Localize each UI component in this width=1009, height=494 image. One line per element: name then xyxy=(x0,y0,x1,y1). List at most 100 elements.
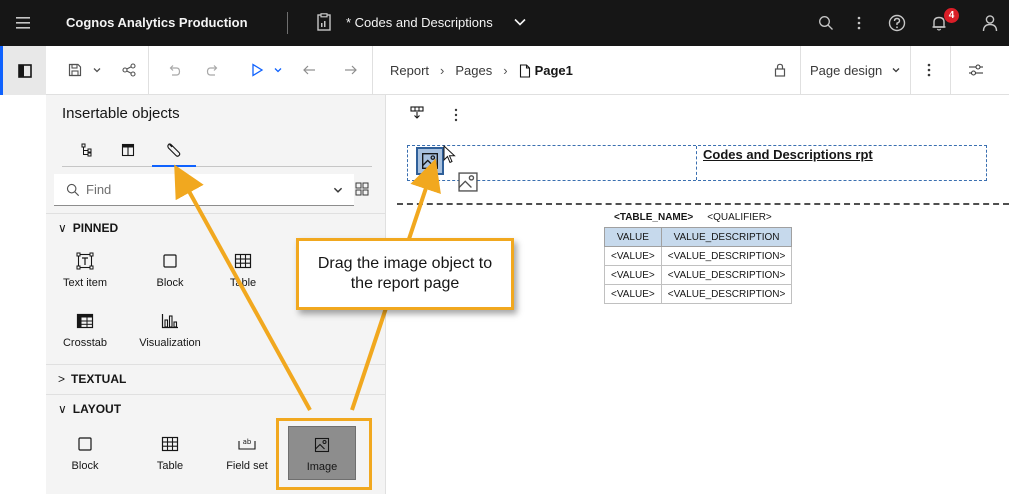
image-icon xyxy=(422,153,438,169)
hamburger-menu-icon[interactable] xyxy=(0,0,46,46)
table-header-row: VALUE VALUE_DESCRIPTION xyxy=(604,227,793,247)
overflow-menu-icon[interactable] xyxy=(848,12,870,34)
section-label: TEXTUAL xyxy=(71,371,127,386)
crosstab-icon xyxy=(76,309,94,333)
side-panel-icon xyxy=(17,63,32,78)
lock-icon[interactable] xyxy=(774,60,786,80)
main-toolbar: Report › Pages › Page1 Page design xyxy=(0,46,1009,95)
breadcrumb-report[interactable]: Report xyxy=(390,63,429,78)
layout-block[interactable]: Block xyxy=(52,430,118,480)
layout-table[interactable]: Table xyxy=(137,430,203,480)
share-icon[interactable] xyxy=(122,60,136,80)
breadcrumb-separator-icon: › xyxy=(440,63,445,78)
image-highlight-box xyxy=(276,418,372,490)
column-header[interactable]: VALUE_DESCRIPTION xyxy=(660,227,793,247)
page-design-chevron-icon[interactable] xyxy=(891,60,901,80)
report-icon xyxy=(316,13,332,34)
breadcrumb-current-page[interactable]: Page1 xyxy=(535,63,573,78)
find-options-chevron-icon[interactable] xyxy=(332,184,344,199)
pinned-text-item[interactable]: Text item xyxy=(52,247,118,297)
pinned-table[interactable]: Table xyxy=(210,247,276,297)
list-table[interactable]: <TABLE_NAME> <QUALIFIER> VALUE VALUE_DES… xyxy=(604,207,793,304)
undo-icon[interactable] xyxy=(167,60,181,80)
help-icon[interactable] xyxy=(886,12,908,34)
product-name[interactable]: Cognos Analytics Production xyxy=(66,15,248,30)
grid-view-icon[interactable] xyxy=(355,182,369,199)
table-row: <VALUE> <VALUE_DESCRIPTION> xyxy=(604,265,793,285)
visualization-icon xyxy=(161,309,179,333)
toolbar-overflow-icon[interactable] xyxy=(927,60,931,80)
section-textual-header[interactable]: > TEXTUAL xyxy=(46,364,386,392)
breadcrumb-pages[interactable]: Pages xyxy=(455,63,492,78)
table-name-label[interactable]: <TABLE_NAME> xyxy=(614,212,693,223)
column-header[interactable]: VALUE xyxy=(604,227,662,247)
save-dropdown-chevron-icon[interactable] xyxy=(92,60,102,80)
select-ancestor-icon[interactable] xyxy=(409,105,425,124)
field-set-icon: ab xyxy=(237,432,257,456)
toolbar-divider xyxy=(148,46,149,95)
toolbar-divider xyxy=(372,46,373,95)
run-dropdown-chevron-icon[interactable] xyxy=(273,60,283,80)
run-icon[interactable] xyxy=(250,60,264,80)
svg-text:ab: ab xyxy=(243,438,252,446)
header-divider xyxy=(696,146,697,180)
instruction-callout: Drag the image object to the report page xyxy=(296,238,514,310)
tab-data-module-icon[interactable] xyxy=(110,135,146,165)
table-cell[interactable]: <VALUE> xyxy=(604,246,662,266)
save-icon[interactable] xyxy=(68,60,82,80)
qualifier-label[interactable]: <QUALIFIER> xyxy=(707,212,771,223)
forward-arrow-icon[interactable] xyxy=(344,60,358,80)
table-cell[interactable]: <VALUE_DESCRIPTION> xyxy=(660,284,793,304)
search-icon[interactable] xyxy=(815,12,837,34)
breadcrumb: Report › Pages › Page1 xyxy=(390,63,573,78)
section-label: LAYOUT xyxy=(72,401,122,416)
block-icon xyxy=(77,432,93,456)
drag-ghost-image-icon xyxy=(457,171,479,196)
search-icon xyxy=(66,183,80,196)
pinned-crosstab[interactable]: Crosstab xyxy=(52,307,118,357)
mouse-pointer-icon xyxy=(443,144,457,168)
toolbar-divider xyxy=(950,46,951,95)
report-title[interactable]: Codes and Descriptions rpt xyxy=(703,147,873,162)
chevron-down-icon: ∨ xyxy=(58,401,67,416)
table-cell[interactable]: <VALUE> xyxy=(604,284,662,304)
notification-badge: 4 xyxy=(944,8,959,23)
toolbar-divider xyxy=(800,46,801,95)
table-icon xyxy=(161,432,179,456)
panel-title: Insertable objects xyxy=(62,105,180,122)
table-cell[interactable]: <VALUE> xyxy=(604,265,662,285)
pinned-visualization[interactable]: Visualization xyxy=(137,307,203,357)
table-cell[interactable]: <VALUE_DESCRIPTION> xyxy=(660,246,793,266)
section-label: PINNED xyxy=(72,220,119,235)
canvas-overflow-icon[interactable] xyxy=(454,108,458,125)
page-design-dropdown[interactable]: Page design xyxy=(810,63,882,78)
toolbar-divider xyxy=(910,46,911,95)
tab-toolbox-icon[interactable] xyxy=(156,135,192,165)
document-title[interactable]: * Codes and Descriptions xyxy=(346,15,493,30)
tabs-border xyxy=(62,166,372,167)
find-input[interactable] xyxy=(86,182,286,197)
redo-icon[interactable] xyxy=(206,60,220,80)
properties-settings-icon[interactable] xyxy=(968,60,984,80)
table-cell[interactable]: <VALUE_DESCRIPTION> xyxy=(660,265,793,285)
user-icon[interactable] xyxy=(979,12,1001,34)
chevron-right-icon: > xyxy=(58,371,66,386)
layout-field-set[interactable]: ab Field set xyxy=(214,430,280,480)
table-row: <VALUE> <VALUE_DESCRIPTION> xyxy=(604,246,793,266)
section-pinned-header[interactable]: ∨ PINNED xyxy=(46,213,386,241)
header-divider xyxy=(287,12,288,34)
page-icon xyxy=(519,63,530,78)
find-field[interactable] xyxy=(54,174,354,206)
image-drop-target[interactable] xyxy=(416,147,444,175)
breadcrumb-separator-icon: › xyxy=(503,63,508,78)
block-icon xyxy=(162,249,178,273)
page-body-boundary xyxy=(397,203,1009,205)
tab-data-items-icon[interactable] xyxy=(70,135,106,165)
back-arrow-icon[interactable] xyxy=(302,60,316,80)
chevron-down-icon[interactable] xyxy=(513,15,527,32)
page-header-block[interactable] xyxy=(407,145,987,181)
pinned-block[interactable]: Block xyxy=(137,247,203,297)
app-header: Cognos Analytics Production * Codes and … xyxy=(0,0,1009,46)
codes-list[interactable]: VALUE VALUE_DESCRIPTION <VALUE> <VALUE_D… xyxy=(604,227,793,304)
side-panel-toggle[interactable] xyxy=(0,46,46,95)
